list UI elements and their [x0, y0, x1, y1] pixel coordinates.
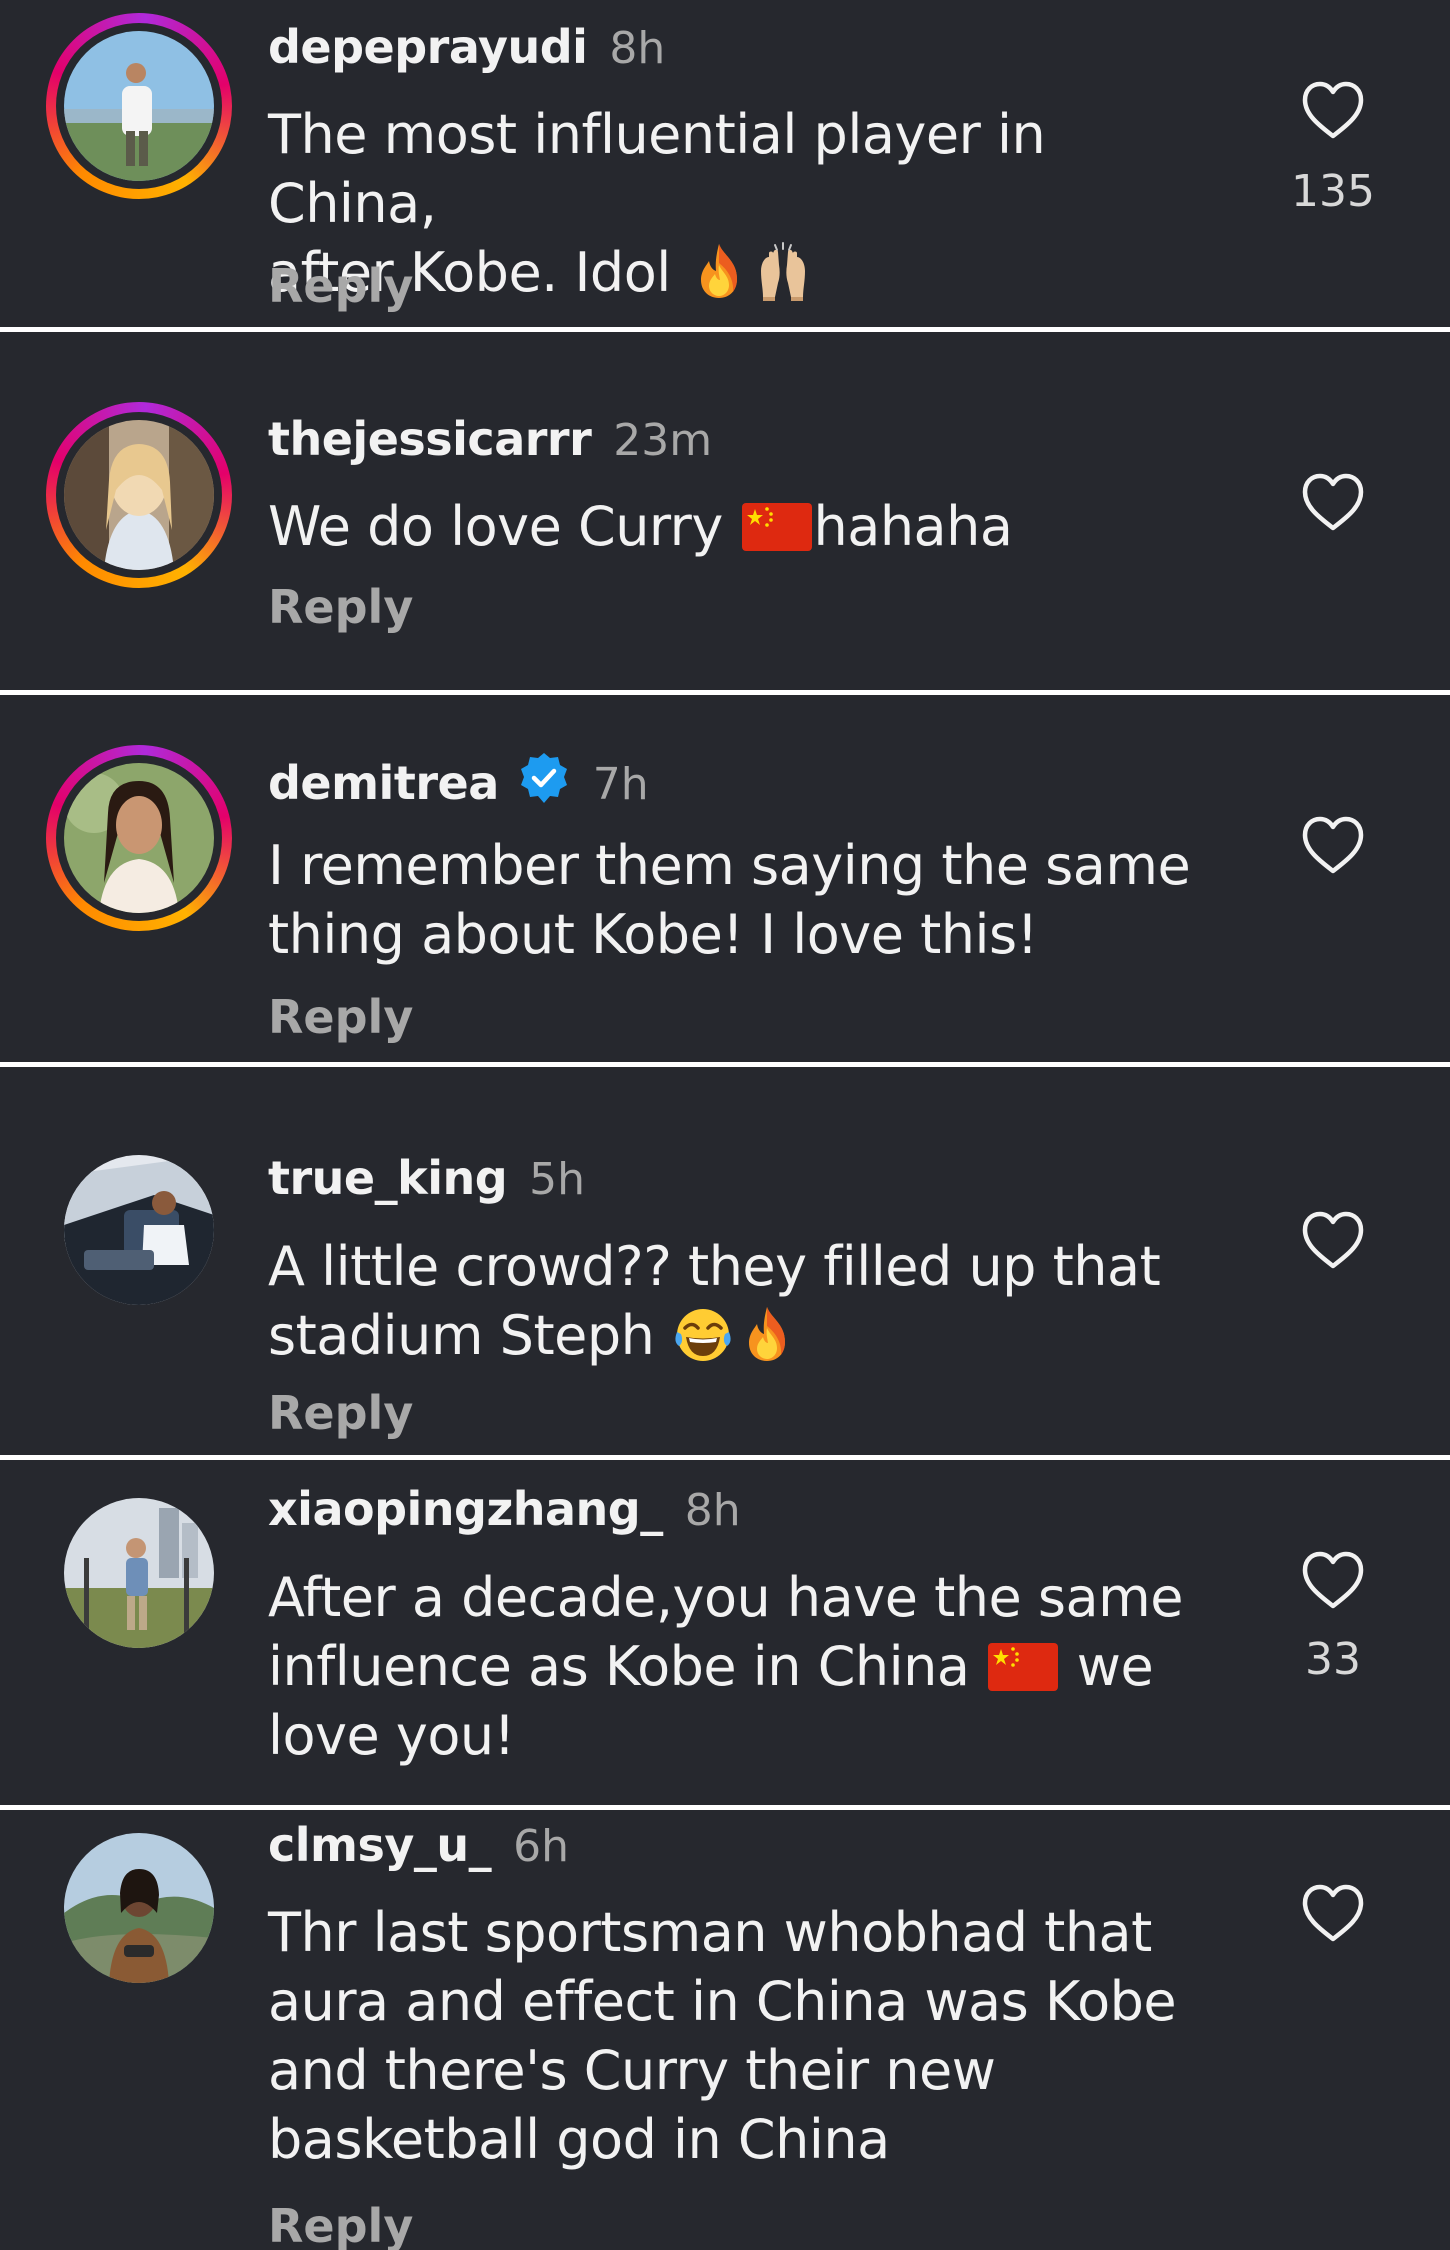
username[interactable]: clmsy_u_: [268, 1818, 492, 1872]
reply-button[interactable]: Reply: [268, 2198, 413, 2250]
china-flag-emoji: [988, 1643, 1058, 1691]
avatar: [64, 763, 214, 913]
username[interactable]: depeprayudi: [268, 20, 588, 74]
story-ring[interactable]: [46, 745, 232, 931]
comment-item: depeprayudi 8h The most influential playe…: [0, 0, 1450, 327]
comment-header: demitrea 7h: [268, 751, 649, 810]
heart-icon[interactable]: [1300, 1210, 1366, 1272]
comment-item: demitrea 7h I remember them saying the sa…: [0, 695, 1450, 1062]
avatar: [64, 420, 214, 570]
comment-item: xiaopingzhang_ 8h After a decade,you have…: [0, 1460, 1450, 1805]
reply-button[interactable]: Reply: [268, 989, 413, 1045]
comment-header: true_king 5h: [268, 1151, 585, 1205]
avatar: [64, 31, 214, 181]
comment-text: A little crowd?? they filled up that sta…: [268, 1235, 1161, 1367]
username[interactable]: xiaopingzhang_: [268, 1482, 663, 1536]
comment-text: After a decade,you have the same influen…: [268, 1566, 1183, 1767]
timestamp: 6h: [513, 1821, 569, 1872]
china-flag-emoji: [742, 503, 812, 551]
verified-badge-icon: [517, 751, 571, 805]
heart-icon[interactable]: [1300, 1883, 1366, 1945]
fire-emoji: [737, 1304, 797, 1364]
username[interactable]: true_king: [268, 1151, 508, 1205]
comment-text: We do love Curry hahaha: [268, 495, 1013, 558]
comment-text: I remember them saying the same thing ab…: [268, 834, 1191, 966]
timestamp: 8h: [684, 1485, 741, 1536]
like-count: 135: [1291, 166, 1375, 217]
timestamp: 7h: [592, 759, 649, 810]
like-count: 33: [1305, 1634, 1361, 1685]
timestamp: 23m: [613, 415, 713, 466]
reply-button[interactable]: Reply: [268, 1385, 413, 1441]
comment-header: clmsy_u_ 6h: [268, 1818, 569, 1872]
heart-icon[interactable]: [1300, 815, 1366, 877]
raising-hands-emoji: [753, 241, 813, 301]
comment-text: Thr last sportsman whobhad that aura and…: [268, 1901, 1177, 2171]
timestamp: 5h: [529, 1154, 586, 1205]
heart-icon[interactable]: [1300, 1550, 1366, 1612]
tears-of-joy-emoji: [673, 1304, 733, 1364]
comment-item: clmsy_u_ 6h Thr last sportsman whobhad th…: [0, 1810, 1450, 2250]
comment-item: thejessicarrr 23m We do love Curry hahaha…: [0, 332, 1450, 690]
story-ring[interactable]: [46, 13, 232, 199]
timestamp: 8h: [609, 23, 666, 74]
heart-icon[interactable]: [1300, 472, 1366, 534]
avatar[interactable]: [64, 1498, 214, 1648]
comment-header: xiaopingzhang_ 8h: [268, 1482, 741, 1536]
fire-emoji: [689, 241, 749, 301]
avatar[interactable]: [64, 1155, 214, 1305]
comment-item: true_king 5h A little crowd?? they filled…: [0, 1067, 1450, 1455]
comment-header: depeprayudi 8h: [268, 20, 665, 74]
reply-button[interactable]: Reply: [268, 258, 413, 314]
heart-icon[interactable]: [1300, 80, 1366, 142]
username[interactable]: thejessicarrr: [268, 412, 592, 466]
story-ring[interactable]: [46, 402, 232, 588]
comment-header: thejessicarrr 23m: [268, 412, 712, 466]
reply-button[interactable]: Reply: [268, 579, 413, 635]
username[interactable]: demitrea: [268, 756, 499, 810]
avatar[interactable]: [64, 1833, 214, 1983]
